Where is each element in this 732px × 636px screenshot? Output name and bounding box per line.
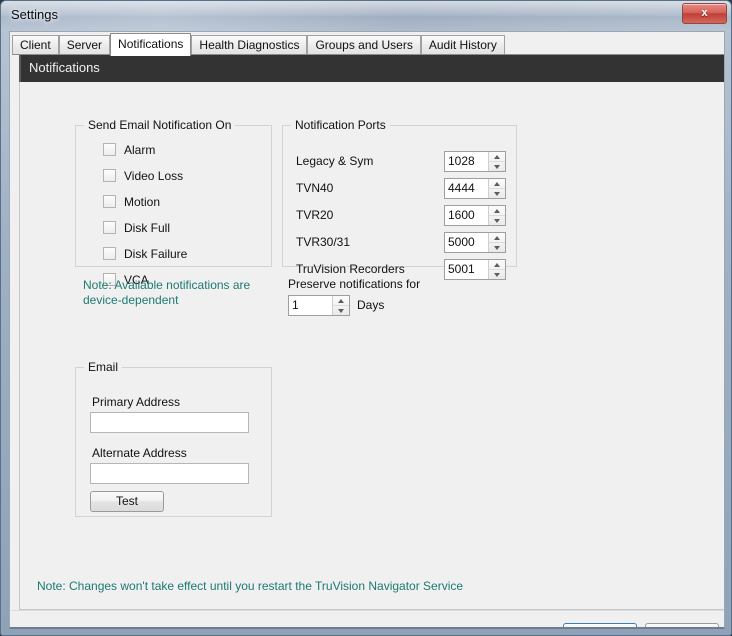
port-stepper[interactable] <box>444 151 506 172</box>
port-stepper[interactable] <box>444 205 506 226</box>
page-title: Notifications <box>29 60 100 75</box>
preserve-notifications-unit: Days <box>357 298 385 312</box>
port-stepper-up-icon[interactable] <box>489 260 505 269</box>
checkbox-row[interactable]: Disk Full <box>103 221 170 237</box>
port-label: TVR30/31 <box>296 235 351 249</box>
checkbox-icon[interactable] <box>103 169 116 182</box>
port-input[interactable] <box>445 233 488 252</box>
checkbox-icon[interactable] <box>103 143 116 156</box>
preserve-stepper-down-icon[interactable] <box>333 305 349 315</box>
tab-bar: Client Server Notifications Health Diagnost… <box>12 33 724 56</box>
checkbox-icon[interactable] <box>103 221 116 234</box>
client-area: Client Server Notifications Health Diagnost… <box>9 31 725 629</box>
settings-window: Settings x Client Server Notifications Heal… <box>0 0 732 636</box>
port-row: TVR30/31 <box>296 232 511 253</box>
checkbox-label: Video Loss <box>124 169 184 183</box>
checkbox-row[interactable]: Video Loss <box>103 169 183 185</box>
checkbox-row[interactable]: Motion <box>103 195 160 211</box>
port-row: TVR20 <box>296 205 511 226</box>
tab-health-diagnostics[interactable]: Health Diagnostics <box>191 35 308 55</box>
preserve-stepper-up-icon[interactable] <box>333 296 349 305</box>
preserve-notifications-stepper[interactable] <box>288 295 350 316</box>
tab-server[interactable]: Server <box>58 35 111 55</box>
checkbox-row[interactable]: Disk Failure <box>103 247 187 263</box>
footer-bar: OK Cancel <box>11 610 723 627</box>
port-stepper[interactable] <box>444 232 506 253</box>
port-stepper-buttons <box>488 152 505 171</box>
tab-row: Client Server Notifications Health Diagnost… <box>12 33 505 56</box>
port-label: TruVision Recorders <box>296 262 405 276</box>
preserve-notifications-input[interactable] <box>289 296 332 315</box>
primary-address-label: Primary Address <box>92 395 181 409</box>
checkbox-label: Alarm <box>124 143 156 157</box>
checkbox-icon[interactable] <box>103 247 116 260</box>
window-titlebar[interactable]: Settings x <box>1 1 731 31</box>
checkbox-icon[interactable] <box>103 195 116 208</box>
port-input[interactable] <box>445 206 488 225</box>
port-stepper-up-icon[interactable] <box>489 206 505 215</box>
close-icon[interactable]: x <box>682 3 727 24</box>
port-stepper-up-icon[interactable] <box>489 233 505 242</box>
port-stepper-down-icon[interactable] <box>489 269 505 279</box>
window-title: Settings <box>11 7 58 22</box>
email-group: Email Primary Address Alternate Address … <box>75 360 272 517</box>
alternate-address-label: Alternate Address <box>92 446 187 460</box>
port-stepper-up-icon[interactable] <box>489 179 505 188</box>
port-label: Legacy & Sym <box>296 154 374 168</box>
port-stepper-buttons <box>488 179 505 198</box>
tab-groups-and-users[interactable]: Groups and Users <box>307 35 421 55</box>
port-row: TVN40 <box>296 178 511 199</box>
port-stepper-down-icon[interactable] <box>489 215 505 225</box>
port-stepper-down-icon[interactable] <box>489 242 505 252</box>
tab-notifications[interactable]: Notifications <box>110 33 192 56</box>
port-stepper[interactable] <box>444 259 506 280</box>
port-stepper[interactable] <box>444 178 506 199</box>
note-device-dependent: Note: Available notifications are device… <box>83 278 251 307</box>
port-label: TVN40 <box>296 181 334 195</box>
port-row: Legacy & Sym <box>296 151 511 172</box>
preserve-stepper-buttons <box>332 296 349 315</box>
port-input[interactable] <box>445 179 488 198</box>
alternate-address-field[interactable] <box>90 463 249 484</box>
port-stepper-down-icon[interactable] <box>489 161 505 171</box>
port-stepper-buttons <box>488 206 505 225</box>
email-group-legend: Email <box>84 360 123 374</box>
notification-ports-legend: Notification Ports <box>291 118 390 132</box>
ok-button[interactable]: OK <box>563 623 637 627</box>
checkbox-row[interactable]: Alarm <box>103 143 155 159</box>
section-header: Notifications <box>19 55 724 82</box>
checkbox-label: Motion <box>124 195 161 209</box>
tab-audit-history[interactable]: Audit History <box>420 35 505 55</box>
primary-address-field[interactable] <box>90 412 249 433</box>
port-stepper-up-icon[interactable] <box>489 152 505 161</box>
test-email-button[interactable]: Test <box>90 491 164 512</box>
note-restart-service: Note: Changes won't take effect until yo… <box>37 579 464 593</box>
port-label: TVR20 <box>296 208 334 222</box>
send-email-notification-group: Send Email Notification On Alarm Video Lo… <box>75 118 272 287</box>
checkbox-label: Disk Full <box>124 221 171 235</box>
port-input[interactable] <box>445 260 488 279</box>
port-stepper-buttons <box>488 260 505 279</box>
checkbox-label: Disk Failure <box>124 247 188 261</box>
port-stepper-down-icon[interactable] <box>489 188 505 198</box>
notification-ports-group: Notification Ports Legacy & Sym TVN40 TVR2… <box>282 118 517 280</box>
port-stepper-buttons <box>488 233 505 252</box>
tab-client[interactable]: Client <box>12 35 59 55</box>
preserve-notifications-label: Preserve notifications for <box>288 277 421 291</box>
send-email-group-legend: Send Email Notification On <box>84 118 236 132</box>
port-input[interactable] <box>445 152 488 171</box>
cancel-button[interactable]: Cancel <box>645 623 719 627</box>
content-panel: Send Email Notification On Alarm Video Lo… <box>19 82 724 610</box>
